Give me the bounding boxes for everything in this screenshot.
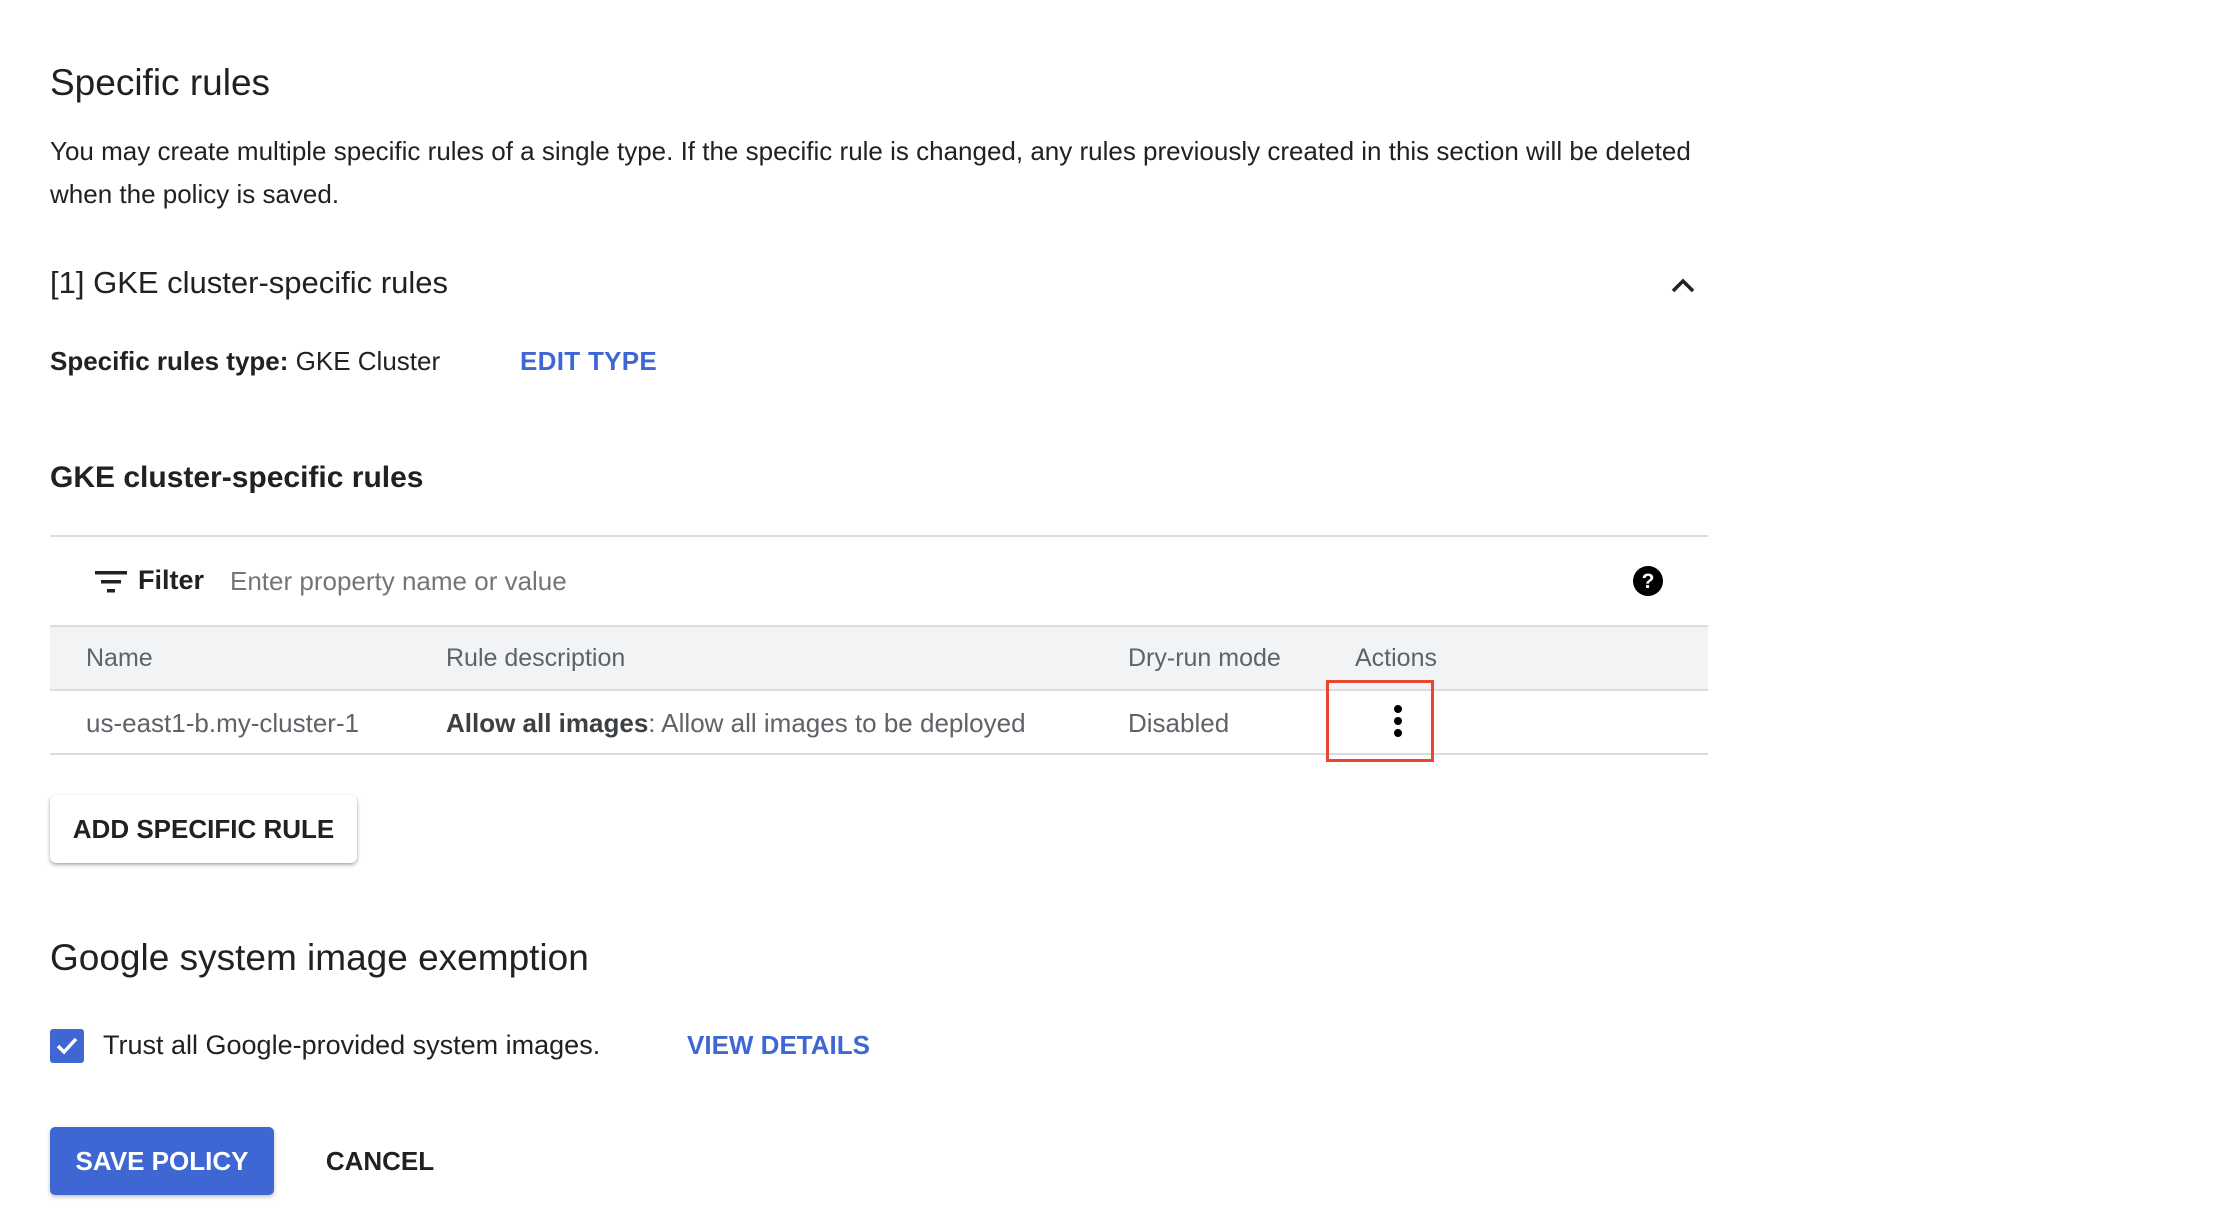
rules-group-title: [1] GKE cluster-specific rules (50, 265, 448, 300)
specific-rules-heading: Specific rules (50, 62, 271, 103)
cell-name: us-east1-b.my-cluster-1 (86, 708, 360, 738)
rule-detail: : Allow all images to be deployed (648, 708, 1026, 738)
table-header: Name Rule description Dry-run mode Actio… (50, 627, 1708, 691)
table-row: us-east1-b.my-cluster-1 Allow all images… (50, 691, 1708, 755)
cancel-button[interactable]: CANCEL (310, 1127, 450, 1195)
trust-system-images-checkbox[interactable] (50, 1029, 84, 1063)
rules-table: Filter ? Name Rule description Dry-run m… (50, 535, 1708, 755)
filter-bar: Filter ? (50, 535, 1708, 627)
exemption-heading: Google system image exemption (50, 937, 589, 978)
type-label: Specific rules type: (50, 346, 289, 376)
cell-dry-run-mode: Disabled (1128, 708, 1230, 738)
view-details-link[interactable]: VIEW DETAILS (687, 1030, 870, 1061)
column-header-rule-description[interactable]: Rule description (446, 644, 625, 673)
specific-rules-description: You may create multiple specific rules o… (50, 136, 1691, 209)
filter-icon[interactable] (95, 570, 127, 594)
filter-input[interactable] (230, 559, 1430, 603)
specific-rules-type: Specific rules type: GKE Cluster (50, 346, 440, 377)
actions-highlight-box (1326, 680, 1434, 762)
edit-type-link[interactable]: EDIT TYPE (520, 346, 657, 377)
rule-title: Allow all images (446, 708, 649, 738)
cell-rule-description: Allow all images: Allow all images to be… (446, 708, 1026, 739)
column-header-name[interactable]: Name (86, 644, 153, 673)
table-title: GKE cluster-specific rules (50, 461, 424, 494)
checkmark-icon (56, 1037, 78, 1055)
svg-text:?: ? (1642, 570, 1655, 593)
checkbox-label: Trust all Google-provided system images. (103, 1030, 601, 1060)
filter-label: Filter (138, 565, 205, 595)
chevron-up-icon[interactable] (1665, 268, 1701, 304)
column-header-dry-run-mode[interactable]: Dry-run mode (1128, 644, 1281, 673)
add-specific-rule-button[interactable]: ADD SPECIFIC RULE (50, 795, 357, 863)
save-policy-button[interactable]: SAVE POLICY (50, 1127, 274, 1195)
type-value: GKE Cluster (288, 346, 441, 376)
help-icon[interactable]: ? (1632, 565, 1664, 597)
column-header-actions: Actions (1355, 644, 1437, 672)
